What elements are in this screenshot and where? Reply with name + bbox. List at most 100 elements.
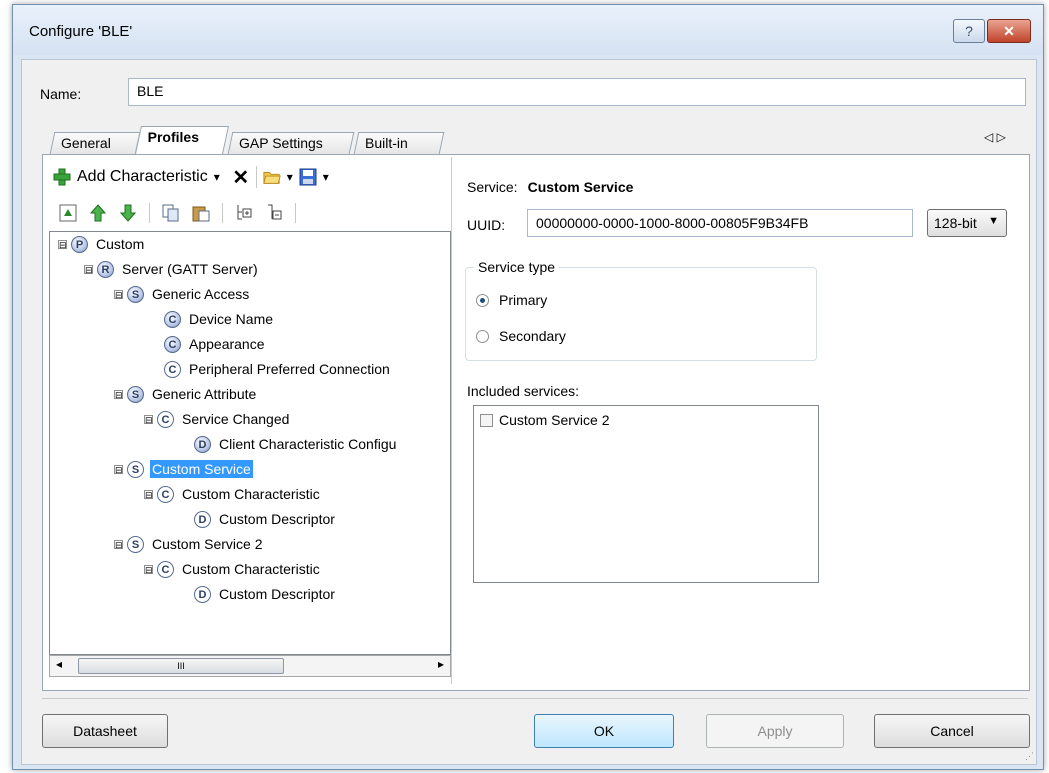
datasheet-button[interactable]: Datasheet [42, 714, 168, 748]
toolbar-separator [295, 203, 296, 223]
radio-secondary-label: Secondary [499, 328, 566, 344]
tab-gap-settings-label: GAP Settings [239, 135, 323, 151]
uuid-size-select[interactable]: 128-bit ▼ [927, 209, 1007, 237]
help-button[interactable]: ? [953, 19, 985, 43]
horizontal-scrollbar[interactable]: ◂ III ▸ [49, 655, 451, 677]
tree-node-label: Custom Descriptor [219, 586, 335, 602]
service-label: Service: [467, 179, 518, 195]
tree-node[interactable]: ⊟ S Custom Service 2 [114, 532, 264, 556]
scroll-left-icon[interactable]: ◂ [56, 657, 62, 671]
service-badge-icon: S [127, 460, 144, 478]
tree-node[interactable]: D Custom Descriptor [194, 507, 337, 531]
radio-secondary-button[interactable] [476, 329, 489, 343]
tree-node-label: Client Characteristic Configu [219, 436, 397, 452]
tab-general[interactable]: General [49, 132, 141, 154]
tree-node[interactable]: C Device Name [164, 307, 275, 331]
tree-node[interactable]: D Client Characteristic Configu [194, 432, 398, 456]
tree-node[interactable]: C Appearance [164, 332, 267, 356]
descriptor-badge-icon: D [194, 435, 211, 453]
save-icon[interactable] [299, 168, 317, 186]
apply-button[interactable]: Apply [706, 714, 844, 748]
included-service-checkbox[interactable] [480, 413, 493, 427]
delete-icon[interactable]: ✕ [232, 167, 250, 189]
collapse-all-icon[interactable] [265, 204, 283, 222]
profile-tree[interactable]: ⊟ P Custom ⊟ R Server (GATT Server) ⊟ S Generi… [49, 231, 451, 655]
collapse-toggle-icon[interactable]: ⊟ [144, 564, 153, 574]
tree-node[interactable]: ⊟ R Server (GATT Server) [84, 257, 260, 281]
tab-general-label: General [61, 135, 111, 151]
title-bar: Configure 'BLE' ? ✕ [13, 5, 1043, 55]
open-folder-icon[interactable] [263, 168, 281, 186]
cancel-button[interactable]: Cancel [874, 714, 1030, 748]
tree-node[interactable]: C Peripheral Preferred Connection [164, 357, 392, 381]
save-dropdown-icon[interactable]: ▾ [323, 170, 329, 184]
service-type-group: Service type Primary Secondary [465, 259, 817, 361]
tree-node-label: Custom Descriptor [219, 511, 335, 527]
profiles-panel: Add Characteristic ▾ ✕ ▾ ▾ ⊟ P Custom ⊟ … [42, 154, 1030, 691]
sort-icon[interactable] [59, 204, 77, 222]
tree-node[interactable]: ⊟ C Custom Characteristic [144, 557, 322, 581]
tree-node[interactable]: ⊟ C Custom Characteristic [144, 482, 322, 506]
expand-all-icon[interactable] [235, 204, 253, 222]
radio-primary-button[interactable] [476, 293, 489, 307]
toolbar-separator [149, 203, 150, 223]
scroll-thumb[interactable]: III [78, 658, 284, 674]
move-down-icon[interactable] [119, 204, 137, 222]
add-plus-icon[interactable] [53, 168, 71, 186]
window-title: Configure 'BLE' [29, 23, 133, 40]
tree-node[interactable]: ⊟ P Custom [58, 232, 146, 256]
ok-button[interactable]: OK [534, 714, 674, 748]
tab-gap-settings[interactable]: GAP Settings [227, 132, 355, 154]
characteristic-badge-icon: C [157, 485, 174, 503]
profile-tree-pane: Add Characteristic ▾ ✕ ▾ ▾ ⊟ P Custom ⊟ … [45, 157, 452, 684]
radio-primary[interactable]: Primary [476, 292, 547, 308]
close-button[interactable]: ✕ [987, 19, 1031, 43]
collapse-toggle-icon[interactable]: ⊟ [114, 389, 123, 399]
tree-node-label: Custom Characteristic [182, 486, 320, 502]
service-badge-icon: S [127, 535, 144, 553]
copy-icon[interactable] [162, 204, 180, 222]
tree-node[interactable]: ⊟ S Generic Access [114, 282, 251, 306]
tree-node[interactable]: D Custom Descriptor [194, 582, 337, 606]
collapse-toggle-icon[interactable]: ⊟ [144, 414, 153, 424]
tree-node[interactable]: ⊟ S Generic Attribute [114, 382, 258, 406]
add-characteristic-button[interactable]: Add Characteristic [77, 168, 208, 186]
descriptor-badge-icon: D [194, 585, 211, 603]
included-service-label: Custom Service 2 [499, 412, 610, 428]
collapse-toggle-icon[interactable]: ⊟ [58, 239, 67, 249]
open-dropdown-icon[interactable]: ▾ [287, 170, 293, 184]
tree-node-selected[interactable]: ⊟ S Custom Service [114, 457, 253, 481]
paste-icon[interactable] [192, 204, 210, 222]
add-dropdown-icon[interactable]: ▾ [214, 170, 220, 184]
tree-node-label: Custom Service [150, 460, 253, 478]
tab-profiles-label: Profiles [147, 129, 199, 145]
tab-profiles[interactable]: Profiles [135, 126, 229, 154]
toolbar-separator [222, 203, 223, 223]
move-up-icon[interactable] [89, 204, 107, 222]
collapse-toggle-icon[interactable]: ⊟ [144, 489, 153, 499]
tab-scroll-arrows-icon[interactable]: ◁ ▷ [984, 130, 1006, 144]
collapse-toggle-icon[interactable]: ⊟ [84, 264, 93, 274]
scroll-right-icon[interactable]: ▸ [438, 657, 444, 671]
included-services-list[interactable]: Custom Service 2 [473, 405, 819, 583]
tree-node-label: Appearance [189, 336, 265, 352]
included-service-item[interactable]: Custom Service 2 [480, 412, 609, 428]
resize-grip-icon[interactable]: ⋰ [1025, 751, 1034, 762]
tree-node-label: Peripheral Preferred Connection [189, 361, 390, 377]
radio-secondary[interactable]: Secondary [476, 328, 566, 344]
tree-node-label: Custom [96, 236, 145, 252]
collapse-toggle-icon[interactable]: ⊟ [114, 539, 123, 549]
characteristic-badge-icon: C [164, 335, 181, 353]
dialog-body: Name: BLE General Profiles GAP Settings … [21, 59, 1037, 765]
tree-node[interactable]: ⊟ C Service Changed [144, 407, 291, 431]
service-details-pane: Service: Custom Service UUID: 00000000-00… [453, 157, 1027, 684]
tab-built-in[interactable]: Built-in [353, 132, 445, 154]
collapse-toggle-icon[interactable]: ⊟ [114, 464, 123, 474]
collapse-toggle-icon[interactable]: ⊟ [114, 289, 123, 299]
button-divider [42, 698, 1028, 699]
name-input[interactable]: BLE [128, 78, 1026, 106]
descriptor-badge-icon: D [194, 510, 211, 528]
uuid-input[interactable]: 00000000-0000-1000-8000-00805F9B34FB [527, 209, 913, 237]
toolbar-primary: Add Characteristic ▾ ✕ ▾ ▾ [53, 161, 329, 193]
tree-node-label: Custom Characteristic [182, 561, 320, 577]
